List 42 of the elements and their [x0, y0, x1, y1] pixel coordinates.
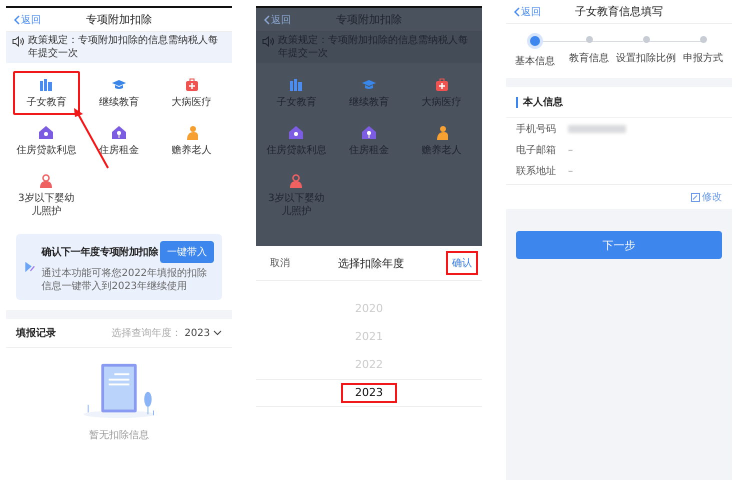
back-link[interactable]: 返回 — [264, 12, 291, 26]
edit-link[interactable]: 修改 — [691, 190, 722, 204]
back-link[interactable]: 返回 — [14, 12, 41, 26]
back-link[interactable]: 返回 — [514, 4, 541, 18]
field-label: 手机号码 — [516, 122, 556, 136]
empty-message: 暂无扣除信息 — [89, 428, 149, 442]
field-value: – — [568, 166, 573, 176]
speaker-icon — [262, 36, 274, 47]
cancel-button[interactable]: 取消 — [264, 251, 296, 275]
field-label: 联系地址 — [516, 164, 556, 178]
section-title: 本人信息 — [523, 96, 563, 109]
import-button[interactable]: 一键带入 — [160, 241, 214, 263]
records-title: 填报记录 — [16, 326, 56, 340]
step-label: 教育信息 — [569, 52, 609, 65]
picker-title: 选择扣除年度 — [338, 256, 404, 270]
year-option[interactable]: 2023 — [341, 383, 397, 403]
deduction-category[interactable]: 3岁以下婴幼儿照护 — [13, 167, 80, 224]
deduction-category[interactable]: 大病医疗 — [158, 71, 225, 115]
back-chevron-icon — [514, 6, 520, 16]
confirm-button[interactable]: 确认 — [446, 251, 478, 275]
year-filter[interactable]: 选择查询年度： 2023 — [112, 326, 222, 340]
step-label: 基本信息 — [515, 54, 555, 68]
chevron-down-icon — [213, 330, 222, 336]
policy-notice: 政策规定：专项附加扣除的信息需纳税人每年提交一次 — [28, 35, 219, 60]
step-label: 设置扣除比例 — [616, 52, 676, 65]
deduction-category[interactable]: 住房贷款利息 — [13, 119, 80, 163]
page-title: 专项附加扣除 — [86, 12, 152, 27]
deduction-category[interactable]: 继续教育 — [86, 71, 152, 115]
field-value: – — [568, 144, 573, 156]
page-title: 子女教育信息填写 — [575, 4, 663, 19]
next-step-button[interactable]: 下一步 — [516, 231, 722, 259]
deduction-category[interactable]: 子女教育 — [13, 71, 80, 115]
back-chevron-icon — [14, 14, 20, 24]
step-label: 申报方式 — [683, 52, 723, 65]
deduction-category[interactable]: 住房租金 — [86, 119, 152, 163]
field-label: 电子邮箱 — [516, 144, 556, 157]
deduction-category[interactable]: 赡养老人 — [158, 119, 225, 163]
edit-icon — [691, 192, 700, 202]
back-chevron-icon — [264, 14, 270, 24]
speaker-icon — [12, 36, 24, 47]
card-description: 通过本功能可将您2022年填报的扣除信息一键带入到2023年继续使用 — [42, 267, 208, 293]
card-title: 确认下一年度专项附加扣除 — [42, 245, 158, 259]
